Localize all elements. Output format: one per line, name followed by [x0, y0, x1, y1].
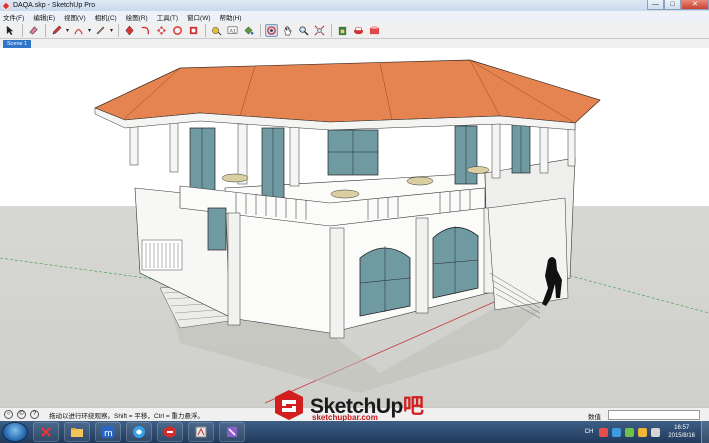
start-button[interactable] — [2, 422, 28, 442]
tape-measure-icon[interactable] — [210, 24, 223, 37]
green-axis-line-left — [0, 257, 161, 281]
paint-bucket-icon[interactable] — [242, 24, 255, 37]
menu-window[interactable]: 窗口(W) — [187, 12, 210, 22]
menu-view[interactable]: 视图(V) — [64, 12, 86, 22]
menu-help[interactable]: 帮助(H) — [220, 12, 242, 22]
sketchup-icon[interactable] — [157, 422, 183, 442]
menu-draw[interactable]: 绘图(R) — [126, 12, 148, 22]
offset-icon[interactable] — [187, 24, 200, 37]
menu-edit[interactable]: 编辑(E) — [33, 12, 55, 22]
title-bar: DAQA.skp - SketchUp Pro — □ ✕ — [0, 0, 709, 11]
window-controls: — □ ✕ — [647, 0, 709, 11]
logo-mark-icon — [275, 390, 303, 420]
orbit-icon[interactable] — [265, 23, 279, 37]
eraser-icon[interactable] — [27, 24, 40, 37]
move-icon[interactable] — [155, 24, 168, 37]
sketchupbar-logo: SketchUp吧 sketchupbar.com — [272, 388, 462, 424]
roof — [94, 59, 601, 124]
geo-location-icon[interactable]: ○ — [4, 410, 13, 419]
explorer-icon[interactable] — [64, 422, 90, 442]
clock-date: 2015/8/16 — [668, 433, 695, 439]
toolbar-separator — [22, 23, 23, 37]
toolbar-separator — [331, 23, 333, 37]
rotate-icon[interactable] — [171, 24, 184, 37]
arc-icon[interactable] — [72, 24, 85, 37]
rectangle-icon[interactable] — [94, 24, 107, 37]
ground-arched-window-2 — [432, 227, 479, 299]
tray-update-icon[interactable] — [638, 427, 648, 437]
follow-me-icon[interactable] — [139, 24, 152, 37]
app2-icon[interactable] — [219, 422, 245, 442]
green-axis-line — [559, 272, 709, 314]
scene-tabs-bar: Scene 1 — [0, 39, 709, 48]
svg-text:A1: A1 — [230, 28, 236, 34]
warehouse-icon[interactable] — [336, 24, 349, 37]
menu-bar: 文件(F) 编辑(E) 视图(V) 相机(C) 绘图(R) 工具(T) 窗口(W… — [0, 11, 709, 22]
layout-icon[interactable] — [368, 24, 381, 37]
status-hint: 拖动以进行环绕观察。Shift = 平移，Ctrl = 重力悬浮。 — [49, 412, 204, 420]
menu-tools[interactable]: 工具(T) — [157, 12, 178, 22]
toolbar-separator — [205, 23, 207, 37]
pan-icon[interactable] — [281, 24, 294, 37]
extension-warehouse-icon[interactable] — [352, 24, 365, 37]
toolbar-separator — [260, 23, 262, 37]
app-icon[interactable] — [188, 422, 214, 442]
logo-accent: 吧 — [402, 395, 424, 418]
windows-taskbar: m CH 16:57 2015/8/16 — [0, 421, 709, 443]
menu-file[interactable]: 文件(F) — [3, 12, 24, 22]
push-pull-icon[interactable] — [123, 24, 136, 37]
minimize-button[interactable]: — — [647, 0, 664, 10]
clock-time: 16:57 — [674, 425, 690, 431]
credits-icon[interactable]: © — [17, 410, 26, 419]
close-app-icon[interactable] — [33, 422, 59, 442]
chevron-down-icon[interactable]: ▾ — [110, 27, 113, 34]
measurements-input[interactable] — [608, 410, 700, 420]
system-tray: CH 16:57 2015/8/16 — [585, 421, 709, 443]
sketchup-app-icon — [1, 0, 11, 11]
villa-model-drawing — [0, 59, 709, 404]
menu-camera[interactable]: 相机(C) — [95, 12, 117, 22]
chevron-down-icon[interactable]: ▾ — [66, 27, 69, 34]
tray-security-icon[interactable] — [625, 427, 635, 437]
toolbar-separator — [45, 23, 46, 37]
upper-window-1 — [189, 127, 216, 194]
model-viewport[interactable] — [0, 48, 709, 407]
ground-window-left — [207, 207, 227, 251]
text-icon[interactable]: A1 — [226, 24, 239, 37]
maximize-button[interactable]: □ — [664, 0, 681, 10]
main-toolbar: ▾ ▾ ▾ A1 — [0, 22, 709, 39]
browser-icon[interactable] — [126, 422, 152, 442]
clock[interactable]: 16:57 2015/8/16 — [668, 424, 695, 440]
chevron-down-icon[interactable]: ▾ — [88, 27, 91, 34]
help-icon[interactable]: ? — [30, 410, 39, 419]
zoom-extents-icon[interactable] — [313, 24, 326, 37]
tray-app-icon[interactable] — [599, 427, 609, 437]
input-language[interactable]: CH — [585, 429, 594, 435]
zoom-icon[interactable] — [297, 24, 310, 37]
svg-text:m: m — [104, 429, 113, 439]
maxthon-icon[interactable]: m — [95, 422, 121, 442]
window-title: DAQA.skp - SketchUp Pro — [13, 2, 96, 9]
show-desktop-button[interactable] — [701, 421, 709, 443]
pencil-icon[interactable] — [50, 24, 63, 37]
close-button[interactable]: ✕ — [681, 0, 709, 10]
toolbar-separator — [118, 23, 120, 37]
tray-volume-icon[interactable] — [651, 427, 661, 437]
measurements-label: 数值 — [588, 414, 601, 421]
tray-network-icon[interactable] — [612, 427, 622, 437]
select-icon[interactable] — [4, 24, 17, 37]
tab-scene-1[interactable]: Scene 1 — [3, 40, 32, 48]
